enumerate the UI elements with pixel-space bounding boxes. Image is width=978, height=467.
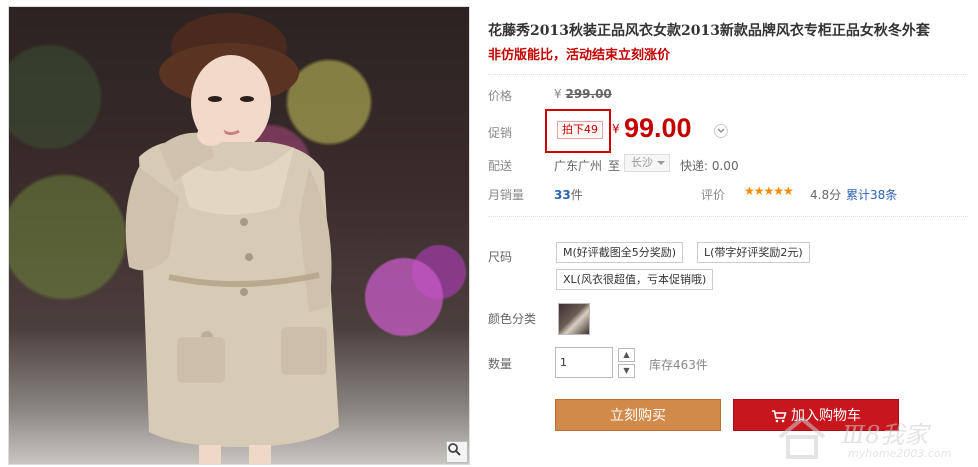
- monthly-sales-unit: 件: [570, 188, 583, 202]
- rating-label: 评价: [701, 188, 726, 202]
- promo-price: 99.00: [624, 113, 692, 143]
- model-figure: [125, 13, 339, 464]
- divider: [488, 74, 968, 75]
- monthly-sales-label: 月销量: [488, 188, 525, 202]
- dropdown-arrow-icon: [657, 161, 665, 165]
- monthly-sales: 33件: [554, 186, 583, 203]
- original-price-value: 299.00: [565, 87, 612, 101]
- destination-city: 长沙: [631, 156, 653, 169]
- quantity-input[interactable]: 1: [555, 347, 613, 378]
- zoom-button[interactable]: [446, 441, 468, 463]
- color-label: 颜色分类: [488, 312, 537, 326]
- size-option-xl[interactable]: XL(风衣很超值，亏本促销哦): [556, 269, 714, 290]
- price-details-toggle[interactable]: [714, 124, 728, 138]
- quantity-decrease-button[interactable]: ▼: [618, 364, 635, 378]
- stock-count: 库存463件: [649, 358, 708, 372]
- product-info-panel: 花藤秀2013秋装正品风衣女款2013新款品牌风衣专柜正品女秋冬外套 非仿版能比…: [488, 0, 978, 467]
- buy-now-button[interactable]: 立刻购买: [555, 399, 721, 431]
- divider: [488, 216, 968, 217]
- destination-city-select[interactable]: 长沙: [624, 154, 670, 172]
- review-count-link[interactable]: 累计38条: [846, 186, 897, 203]
- chevron-down-icon: [717, 128, 725, 133]
- promo-label: 促销: [488, 126, 513, 140]
- original-price: ¥ 299.00: [554, 87, 612, 101]
- rating-stars-icon: ★★★★★: [744, 184, 794, 198]
- watermark-url: myhome2003.com: [848, 447, 952, 460]
- quantity-label: 数量: [488, 357, 513, 371]
- promo-currency-symbol: ¥: [612, 122, 620, 136]
- magnifier-icon: [448, 443, 461, 456]
- size-label: 尺码: [488, 250, 513, 264]
- house-logo-icon: [778, 416, 826, 459]
- price-label: 价格: [488, 89, 513, 103]
- rating-score: 4.8分: [810, 188, 842, 202]
- promo-tag: 拍下49: [557, 121, 603, 139]
- watermark-text: Ⅲ8我家: [842, 421, 929, 449]
- product-image[interactable]: [8, 6, 470, 465]
- size-option-l[interactable]: L(带字好评奖励2元): [697, 242, 810, 263]
- shipping-fee: 快递: 0.00: [680, 159, 739, 173]
- watermark-logo: Ⅲ8我家 myhome2003.com: [772, 411, 972, 465]
- shipping-label: 配送: [488, 159, 513, 173]
- product-subtitle: 非仿版能比，活动结束立刻涨价: [488, 48, 671, 63]
- currency-symbol: ¥: [554, 87, 562, 101]
- product-title: 花藤秀2013秋装正品风衣女款2013新款品牌风衣专柜正品女秋冬外套: [488, 23, 930, 39]
- ship-from: 广东广州: [554, 159, 603, 173]
- ship-to-label: 至: [608, 159, 621, 173]
- quantity-increase-button[interactable]: ▲: [618, 348, 635, 362]
- monthly-sales-count: 33: [554, 188, 571, 202]
- size-option-m[interactable]: M(好评截图全5分奖励): [556, 242, 684, 263]
- color-option-thumbnail[interactable]: [558, 303, 590, 335]
